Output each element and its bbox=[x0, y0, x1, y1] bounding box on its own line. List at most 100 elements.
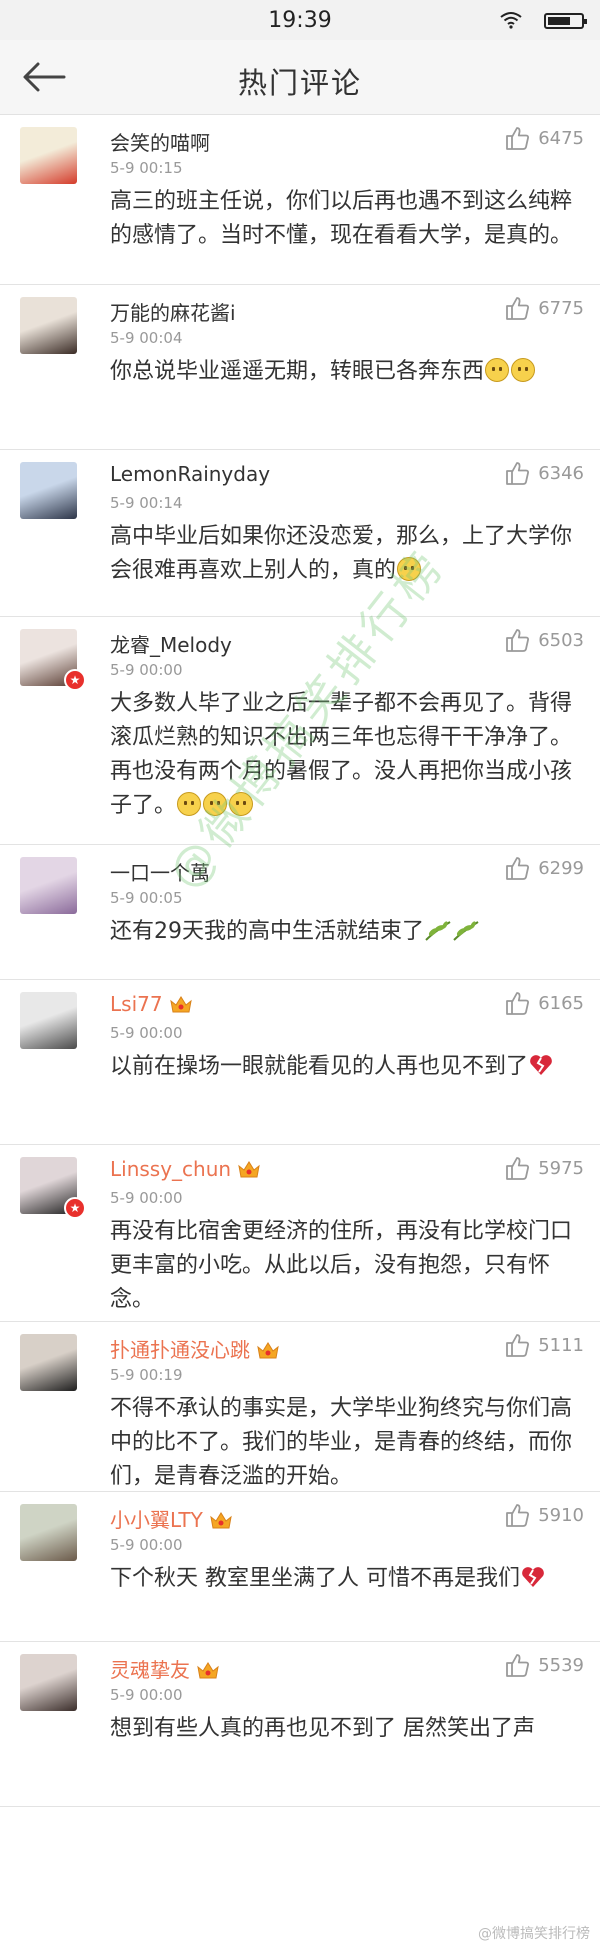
thumbs-up-icon bbox=[506, 629, 530, 652]
username-text: 灵魂挚友 bbox=[110, 1658, 190, 1682]
like-button[interactable]: 6503 bbox=[504, 625, 584, 655]
avatar[interactable] bbox=[20, 1334, 77, 1391]
comment-text-content: 高中毕业后如果你还没恋爱，那么，上了大学你会很难再喜欢上别人的，真的 bbox=[110, 524, 573, 583]
comment-item: 小小翼LTY 5-9 00:00 下个秋天 教室里坐满了人 可惜不再是我们 5910 bbox=[0, 1492, 600, 1642]
comment-text: 高三的班主任说，你们以后再也遇不到这么纯粹的感情了。当时不懂，现在看看大学，是真… bbox=[110, 185, 572, 253]
battery-icon bbox=[544, 13, 587, 29]
broken-heart-emoji-icon bbox=[520, 1566, 546, 1591]
thumbs-up-icon bbox=[506, 857, 530, 880]
page-title: 热门评论 bbox=[237, 66, 362, 100]
like-button[interactable]: 6299 bbox=[504, 853, 584, 883]
like-count: 6475 bbox=[538, 127, 584, 149]
comment-item: ★ 龙睿_Melody 5-9 00:00 大多数人毕了业之后一辈子都不会再见了。背得… bbox=[0, 617, 600, 845]
like-button[interactable]: 6165 bbox=[504, 988, 584, 1018]
avatar[interactable] bbox=[20, 462, 77, 519]
like-button[interactable]: 6475 bbox=[504, 123, 584, 153]
avatar[interactable] bbox=[20, 297, 77, 354]
comment-text: 还有29天我的高中生活就结束了 bbox=[110, 915, 572, 949]
comment-item: 一口一个萬 5-9 00:05 还有29天我的高中生活就结束了 6299 bbox=[0, 845, 600, 980]
like-button[interactable]: 5910 bbox=[504, 1500, 584, 1530]
comment-time: 5-9 00:05 bbox=[110, 889, 183, 907]
thumbs-up-icon bbox=[506, 992, 530, 1015]
avatar[interactable] bbox=[20, 992, 77, 1049]
comment-text-content: 想到有些人真的再也见不到了 居然笑出了声 bbox=[110, 1716, 535, 1741]
like-button[interactable]: 6346 bbox=[504, 458, 584, 488]
comment-list: 会笑的喵啊 5-9 00:15 高三的班主任说，你们以后再也遇不到这么纯粹的感情了。… bbox=[0, 115, 600, 1807]
username[interactable]: 会笑的喵啊 bbox=[110, 127, 210, 156]
comment-time: 5-9 00:15 bbox=[110, 159, 183, 177]
like-button[interactable]: 5539 bbox=[504, 1650, 584, 1680]
sad-face-emoji-icon bbox=[511, 358, 536, 382]
comment-time: 5-9 00:00 bbox=[110, 1686, 183, 1704]
username-text: 扑通扑通没心跳 bbox=[110, 1338, 250, 1362]
like-button[interactable]: 5111 bbox=[504, 1330, 584, 1360]
thumbs-up-icon bbox=[506, 1504, 530, 1527]
comment-text: 以前在操场一眼就能看见的人再也见不到了 bbox=[110, 1050, 572, 1084]
like-button[interactable]: 6775 bbox=[504, 293, 584, 323]
thumbs-up-icon bbox=[506, 462, 530, 485]
wifi-icon bbox=[500, 12, 522, 29]
comment-time: 5-9 00:04 bbox=[110, 329, 183, 347]
thumbs-up-icon bbox=[506, 297, 530, 320]
username-text: 龙睿_Melody bbox=[110, 633, 232, 657]
nav-bar: 热门评论 bbox=[0, 40, 600, 115]
like-count: 5111 bbox=[538, 1334, 584, 1356]
comment-time: 5-9 00:00 bbox=[110, 1189, 183, 1207]
comment-time: 5-9 00:00 bbox=[110, 1536, 183, 1554]
comment-item: 灵魂挚友 5-9 00:00 想到有些人真的再也见不到了 居然笑出了声 5539 bbox=[0, 1642, 600, 1807]
vip-crown-icon bbox=[197, 1662, 219, 1679]
leaf-emoji-icon bbox=[452, 919, 480, 944]
comment-item: 万能的麻花酱i 5-9 00:04 你总说毕业遥遥无期，转眼已各奔东西 6775 bbox=[0, 285, 600, 450]
vip-crown-icon bbox=[169, 996, 192, 1013]
username[interactable]: Lsi77 bbox=[110, 992, 193, 1016]
username[interactable]: Linssy_chun bbox=[110, 1157, 261, 1181]
username[interactable]: 龙睿_Melody bbox=[110, 629, 232, 658]
comment-text: 再没有比宿舍更经济的住所，再没有比学校门口更丰富的小吃。从此以后，没有抱怨，只有… bbox=[110, 1215, 572, 1317]
username[interactable]: 万能的麻花酱i bbox=[110, 297, 236, 326]
username-text: 小小翼LTY bbox=[110, 1508, 203, 1532]
vip-crown-icon bbox=[238, 1161, 260, 1178]
username[interactable]: 灵魂挚友 bbox=[110, 1654, 220, 1683]
username-text: Linssy_chun bbox=[110, 1157, 232, 1181]
comment-text: 高中毕业后如果你还没恋爱，那么，上了大学你会很难再喜欢上别人的，真的 bbox=[110, 520, 572, 588]
username[interactable]: LemonRainyday bbox=[110, 462, 270, 486]
like-count: 6503 bbox=[538, 629, 584, 651]
comment-text: 下个秋天 教室里坐满了人 可惜不再是我们 bbox=[110, 1562, 572, 1596]
comment-item: ★ Linssy_chun 5-9 00:00 再没有比宿舍更经济的住所，再没有比学校… bbox=[0, 1145, 600, 1322]
like-count: 6299 bbox=[538, 857, 584, 879]
thumbs-up-icon bbox=[506, 1654, 530, 1677]
thumbs-up-icon bbox=[506, 1157, 530, 1180]
like-count: 6775 bbox=[538, 297, 584, 319]
sad-face-emoji-icon bbox=[397, 557, 422, 581]
username-text: 一口一个萬 bbox=[110, 861, 210, 885]
comment-text-content: 你总说毕业遥遥无期，转眼已各奔东西 bbox=[110, 359, 485, 384]
like-count: 5539 bbox=[538, 1654, 584, 1676]
smile-face-emoji-icon bbox=[229, 792, 254, 816]
comment-item: Lsi77 5-9 00:00 以前在操场一眼就能看见的人再也见不到了 6165 bbox=[0, 980, 600, 1145]
like-button[interactable]: 5975 bbox=[504, 1153, 584, 1183]
avatar[interactable] bbox=[20, 127, 77, 184]
thumbs-up-icon bbox=[506, 1334, 530, 1357]
smile-face-emoji-icon bbox=[203, 792, 228, 816]
avatar[interactable] bbox=[20, 1654, 77, 1711]
avatar[interactable] bbox=[20, 1504, 77, 1561]
comment-time: 5-9 00:19 bbox=[110, 1366, 183, 1384]
corner-watermark: @微博搞笑排行榜 bbox=[478, 1926, 590, 1942]
verified-badge-icon: ★ bbox=[64, 1197, 86, 1219]
username-text: 万能的麻花酱i bbox=[110, 301, 236, 325]
comment-item: LemonRainyday 5-9 00:14 高中毕业后如果你还没恋爱，那么，上了… bbox=[0, 450, 600, 617]
username[interactable]: 一口一个萬 bbox=[110, 857, 210, 886]
like-count: 5910 bbox=[538, 1504, 584, 1526]
avatar[interactable] bbox=[20, 857, 77, 914]
comment-text: 不得不承认的事实是，大学毕业狗终究与你们高中的比不了。我们的毕业，是青春的终结，… bbox=[110, 1392, 572, 1494]
leaf-emoji-icon bbox=[424, 919, 452, 944]
comment-text-content: 高三的班主任说，你们以后再也遇不到这么纯粹的感情了。当时不懂，现在看看大学，是真… bbox=[110, 189, 573, 248]
comment-text-content: 以前在操场一眼就能看见的人再也见不到了 bbox=[110, 1054, 529, 1079]
username[interactable]: 小小翼LTY bbox=[110, 1504, 233, 1533]
smile-face-emoji-icon bbox=[177, 792, 202, 816]
comment-time: 5-9 00:14 bbox=[110, 494, 183, 512]
username[interactable]: 扑通扑通没心跳 bbox=[110, 1334, 280, 1363]
verified-badge-icon: ★ bbox=[64, 669, 86, 691]
comment-text-content: 还有29天我的高中生活就结束了 bbox=[110, 919, 424, 944]
like-count: 6346 bbox=[538, 462, 584, 484]
